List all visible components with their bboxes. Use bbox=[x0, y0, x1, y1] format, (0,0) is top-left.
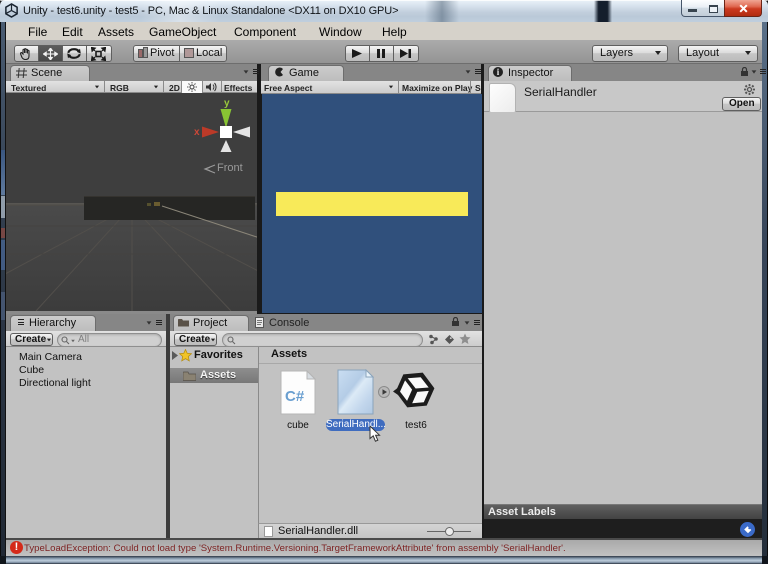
svg-text:y: y bbox=[224, 98, 230, 109]
svg-text:C#: C# bbox=[285, 388, 305, 405]
svg-text:x: x bbox=[194, 127, 200, 138]
